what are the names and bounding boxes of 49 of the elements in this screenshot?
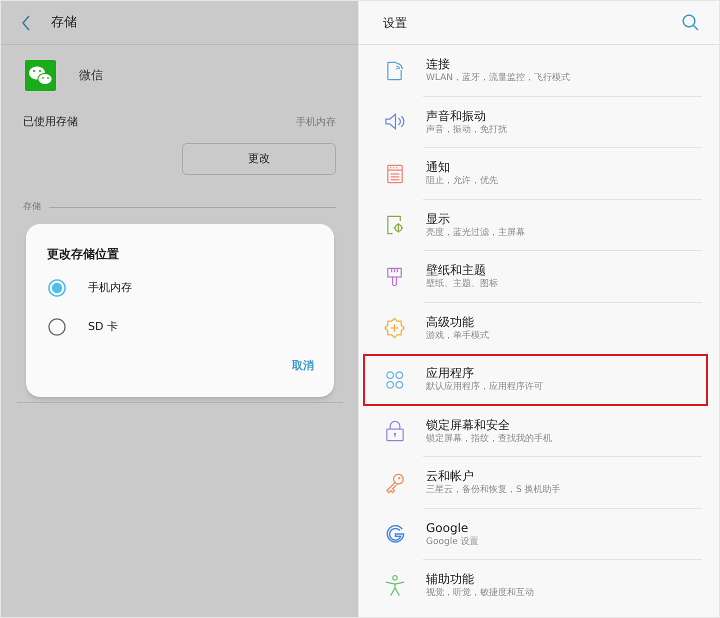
settings-item[interactable]: 通知 阻止，允许，优先 [363,148,708,200]
settings-item[interactable]: 显示 亮度，蓝光过滤，主屏幕 [363,200,708,251]
radio-button[interactable] [48,279,66,297]
item-subtitle: 壁纸、主题、图标 [426,278,498,292]
app-name: 微信 [79,67,103,84]
used-storage-value: 手机内存 [296,116,336,130]
person-figure-icon [383,572,407,599]
settings-item[interactable]: 壁纸和主题 壁纸、主题、图标 [363,251,708,302]
item-title: 云和帐户 [426,468,475,484]
item-title: 应用程序 [426,365,475,382]
settings-item[interactable]: 高级功能 游戏，单手模式 [363,302,708,354]
item-title: 高级功能 [426,314,475,330]
chat-bubbles-icon [25,60,56,90]
radio-button[interactable] [48,318,66,336]
settings-item[interactable]: 锁定屏幕和安全 锁定屏幕，指纹，查找我的手机 [363,406,708,457]
item-subtitle: 亮度，蓝光过滤，主屏幕 [426,226,525,240]
settings-item[interactable]: 辅助功能 视觉，听觉，敏捷度和互动 [363,560,708,612]
item-subtitle: WLAN，蓝牙，流量监控，飞行模式 [426,72,570,86]
item-title: 连接 [426,56,451,72]
settings-item[interactable]: 云和帐户 三星云，备份和恢复，S 换机助手 [363,457,708,508]
item-subtitle: 视觉，听觉，敏捷度和互动 [426,587,534,600]
settings-item[interactable]: Google Google 设置 [363,508,708,560]
section-label: 存储 [23,201,41,214]
change-button[interactable]: 更改 [182,143,336,175]
item-title: 声音和振动 [426,108,487,124]
item-title: 显示 [426,210,451,227]
item-subtitle: Google 设置 [426,536,479,549]
item-title: Google [426,520,470,536]
settings-item[interactable]: 应用程序 默认应用程序，应用程序许可 [363,354,708,406]
item-subtitle: 锁定屏幕，指纹，查找我的手机 [426,432,552,446]
item-subtitle: 游戏，单手模式 [426,330,489,343]
item-subtitle: 阻止，允许，优先 [426,175,498,188]
item-title: 壁纸和主题 [426,262,487,278]
used-storage-label: 已使用存储 [23,114,78,130]
item-title: 通知 [426,159,451,176]
back-icon[interactable] [21,14,31,30]
item-subtitle: 三星云，备份和恢复，S 换机助手 [426,484,561,498]
settings-item[interactable]: 声音和振动 声音，振动，免打扰 [363,96,708,148]
dialog-title: 更改存储位置 [47,246,119,263]
option-label[interactable]: 手机内存 [88,280,132,296]
settings-item[interactable]: 连接 WLAN，蓝牙，流量监控，飞行模式 [363,45,708,96]
settings-title: 设置 [383,14,407,32]
item-title: 锁定屏幕和安全 [426,416,511,433]
item-subtitle: 默认应用程序，应用程序许可 [426,381,543,394]
option-label[interactable]: SD 卡 [88,318,118,336]
search-icon[interactable] [682,14,699,31]
item-title: 辅助功能 [426,571,475,588]
item-subtitle: 声音，振动，免打扰 [426,124,507,137]
screen-title: 存储 [51,14,77,32]
